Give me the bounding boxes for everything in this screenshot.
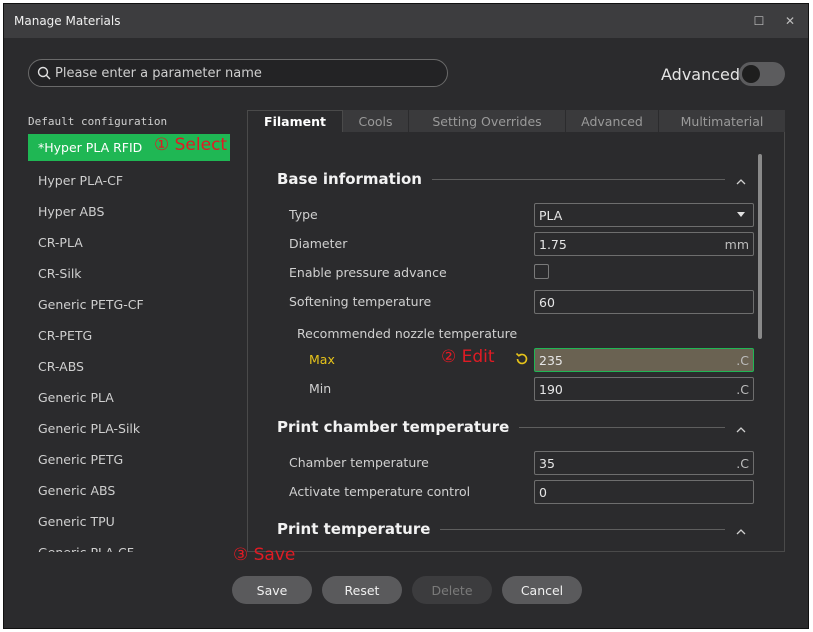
min-unit: .C — [736, 382, 749, 397]
diameter-value: 1.75 — [539, 236, 567, 252]
annotation-select: ① Select — [154, 135, 228, 155]
pressure-advance-label: Enable pressure advance — [289, 265, 447, 280]
reset-value-icon[interactable] — [514, 351, 530, 367]
manage-materials-window: Manage Materials ☐ ✕ Advanced Default co… — [3, 3, 809, 629]
search-icon — [37, 66, 51, 80]
softening-label: Softening temperature — [289, 294, 432, 309]
pressure-advance-checkbox[interactable] — [534, 264, 549, 279]
row-max: Max ② Edit 235 .C — [248, 347, 784, 372]
search-input[interactable] — [55, 65, 435, 81]
row-diameter: Diameter 1.75 mm — [248, 232, 784, 256]
row-type: Type PLA — [248, 203, 784, 227]
material-item[interactable]: CR-Silk — [28, 258, 230, 289]
section-base-information: Base information — [277, 170, 747, 188]
type-value: PLA — [539, 207, 563, 223]
chevron-up-icon[interactable] — [735, 173, 747, 185]
section-print-temperature: Print temperature — [277, 520, 747, 538]
section-divider — [519, 426, 725, 428]
reset-button[interactable]: Reset — [322, 576, 402, 604]
material-item[interactable]: Generic PETG — [28, 444, 230, 475]
softening-input[interactable]: 60 — [534, 290, 754, 314]
section-print-chamber-temperature: Print chamber temperature — [277, 418, 747, 436]
row-chamber-temperature: Chamber temperature 35 .C — [248, 451, 784, 475]
chamber-temp-unit: .C — [736, 456, 749, 471]
row-softening: Softening temperature 60 — [248, 290, 784, 314]
type-label: Type — [289, 207, 318, 222]
temp-control-value: 0 — [539, 484, 547, 500]
material-item[interactable]: CR-PETG — [28, 320, 230, 351]
tab-advanced[interactable]: Advanced — [566, 110, 659, 132]
tab-filament[interactable]: Filament — [247, 110, 343, 132]
filament-settings-panel: Base information Type PLA Diameter 1.75 … — [247, 132, 785, 552]
diameter-input[interactable]: 1.75 mm — [534, 232, 754, 256]
search-box[interactable] — [28, 59, 448, 87]
section-title: Print temperature — [277, 520, 431, 538]
tab-bar: Filament Cools Setting Overrides Advance… — [247, 110, 785, 132]
cancel-button[interactable]: Cancel — [502, 576, 582, 604]
section-title: Base information — [277, 170, 422, 188]
softening-value: 60 — [539, 294, 555, 310]
tab-setting-overrides[interactable]: Setting Overrides — [409, 110, 566, 132]
type-select[interactable]: PLA — [534, 203, 754, 227]
advanced-toggle[interactable] — [739, 62, 785, 86]
delete-button[interactable]: Delete — [412, 576, 492, 604]
tab-multimaterial[interactable]: Multimaterial — [659, 110, 785, 132]
chamber-temp-input[interactable]: 35 .C — [534, 451, 754, 475]
dropdown-arrow-icon — [737, 212, 745, 217]
close-icon[interactable]: ✕ — [782, 13, 798, 29]
max-unit: .C — [736, 353, 749, 368]
max-temp-input[interactable]: 235 .C — [534, 348, 754, 372]
chamber-temp-value: 35 — [539, 455, 555, 471]
material-item[interactable]: Hyper ABS — [28, 196, 230, 227]
material-item[interactable]: Generic PLA — [28, 382, 230, 413]
material-list[interactable]: *Hyper PLA RFID Hyper PLA-CF Hyper ABS C… — [28, 134, 230, 552]
tab-cools[interactable]: Cools — [343, 110, 409, 132]
material-item[interactable]: Generic ABS — [28, 475, 230, 506]
min-value: 190 — [539, 381, 563, 397]
min-label: Min — [309, 381, 332, 396]
material-item[interactable]: CR-ABS — [28, 351, 230, 382]
material-item[interactable]: Generic PLA-CF — [28, 537, 230, 552]
annotation-save: ③ Save — [233, 545, 296, 565]
section-divider — [431, 178, 725, 180]
material-item[interactable]: CR-PLA — [28, 227, 230, 258]
title-bar: Manage Materials ☐ ✕ — [4, 4, 808, 38]
save-button[interactable]: Save — [232, 576, 312, 604]
window-title: Manage Materials — [14, 14, 121, 28]
chamber-temp-label: Chamber temperature — [289, 455, 429, 470]
max-label: Max — [309, 352, 335, 367]
maximize-icon[interactable]: ☐ — [751, 13, 767, 29]
material-item[interactable]: Generic TPU — [28, 506, 230, 537]
left-panel-title: Default configuration — [28, 115, 168, 128]
temp-control-label: Activate temperature control — [289, 484, 471, 499]
annotation-edit: ② Edit — [441, 347, 495, 367]
advanced-toggle-label: Advanced — [661, 65, 741, 84]
section-divider — [440, 528, 725, 530]
min-temp-input[interactable]: 190 .C — [534, 377, 754, 401]
section-title: Print chamber temperature — [277, 418, 510, 436]
diameter-label: Diameter — [289, 236, 348, 251]
diameter-unit: mm — [724, 237, 749, 252]
chevron-up-icon[interactable] — [735, 523, 747, 535]
max-value: 235 — [539, 352, 563, 368]
row-pressure-advance: Enable pressure advance — [248, 261, 784, 285]
material-item[interactable]: Hyper PLA-CF — [28, 165, 230, 196]
row-temp-control: Activate temperature control 0 — [248, 480, 784, 504]
row-min: Min 190 .C — [248, 377, 784, 401]
nozzle-temp-group-label: Recommended nozzle temperature — [297, 326, 518, 341]
row-nozzle-group: Recommended nozzle temperature — [248, 322, 784, 346]
material-item[interactable]: Generic PLA-Silk — [28, 413, 230, 444]
toggle-knob — [742, 65, 760, 83]
material-item[interactable]: Generic PETG-CF — [28, 289, 230, 320]
chevron-up-icon[interactable] — [735, 421, 747, 433]
temp-control-input[interactable]: 0 — [534, 480, 754, 504]
